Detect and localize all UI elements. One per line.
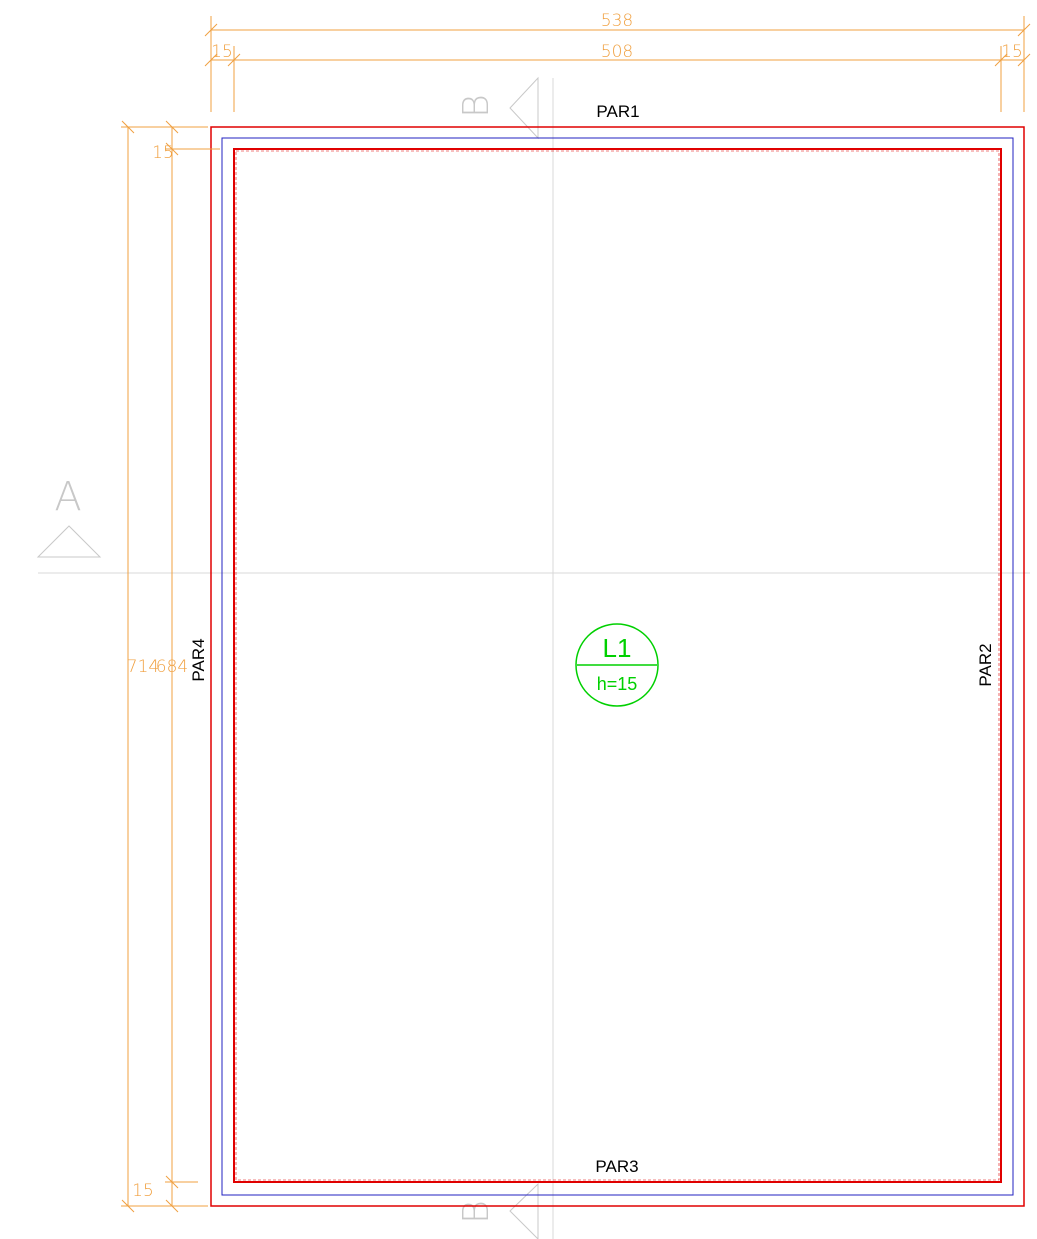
dimension-left-offset: 15 [211,42,233,62]
section-marker-b-top: B [456,76,539,140]
section-marker-a-arrow-icon [36,525,102,558]
slab-tag: L1 h=15 [575,623,659,707]
slab-thickness: h=15 [597,674,638,694]
wall-label-left: PAR4 [189,638,208,681]
section-marker-a-label: A [54,474,81,520]
section-marker-b-bottom: B [456,1182,539,1239]
plan-drawing: A B B 538 15 508 15 15 714 684 15 PAR1 P… [36,11,1031,1239]
dimension-top-offset: 15 [152,143,174,163]
wall-label-right: PAR2 [976,643,995,686]
slab-name: L1 [603,633,632,663]
dimension-overall-width: 538 [601,11,633,31]
wall-label-top: PAR1 [596,102,639,121]
section-marker-b-top-arrow-icon [509,76,539,140]
dimension-overall-height: 714 [127,657,159,677]
dimension-inner-height: 684 [156,657,188,677]
section-marker-b-bottom-arrow-icon [509,1182,539,1239]
slab-outer-outline [210,126,1025,1207]
wall-label-bottom: PAR3 [595,1157,638,1176]
slab-middle-outline [221,137,1014,1196]
section-marker-a: A [36,474,102,558]
dimension-inner-width: 508 [601,42,633,62]
dimension-bottom-offset: 15 [132,1181,154,1201]
section-marker-b-bottom-label: B [456,1200,497,1224]
dimension-right-offset: 15 [1001,42,1023,62]
section-marker-b-top-label: B [456,94,497,118]
